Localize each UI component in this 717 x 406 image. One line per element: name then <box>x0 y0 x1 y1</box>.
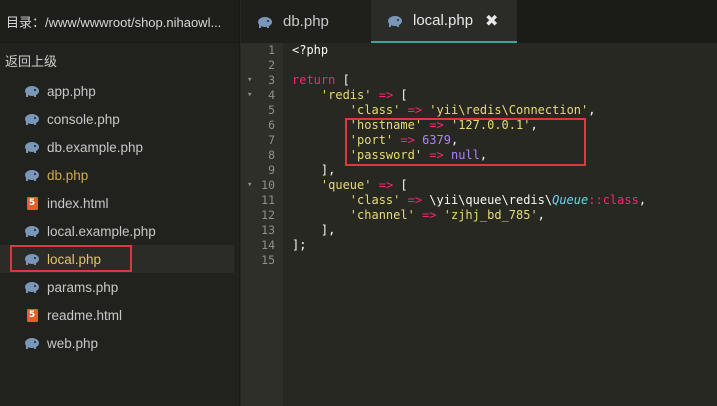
elephant-icon <box>24 167 40 183</box>
code-line[interactable]: ], <box>292 163 646 178</box>
file-item-console-php[interactable]: console.php <box>0 105 239 133</box>
line-number: 10 ▾ <box>247 178 275 193</box>
code-line[interactable]: 'hostname' => '127.0.0.1', <box>292 118 646 133</box>
code-line[interactable]: return [ <box>292 73 646 88</box>
file-name: readme.html <box>47 307 123 323</box>
line-number: 7 <box>268 133 275 147</box>
tab-db-php[interactable]: db.php <box>241 0 371 43</box>
line-number: 14 <box>261 238 275 252</box>
file-item-index-html[interactable]: 5 index.html <box>0 189 239 217</box>
line-number: 15 <box>261 253 275 267</box>
file-name: local.example.php <box>47 223 156 239</box>
elephant-icon <box>24 251 40 267</box>
html5-icon: 5 <box>24 195 40 211</box>
line-numbers: 1 2 3 ▾ 4 ▾ 5 6 7 8 9 10 ▾ 11 12 13 14 15 <box>241 43 283 268</box>
tab-local-php[interactable]: local.php ✖ <box>371 0 517 43</box>
file-name: db.php <box>47 167 89 183</box>
file-item-db-example-php[interactable]: db.example.php <box>0 133 239 161</box>
code-line[interactable]: ​ <box>292 253 646 268</box>
elephant-icon <box>24 279 40 295</box>
elephant-icon <box>387 15 403 27</box>
code-line[interactable]: 'redis' => [ <box>292 88 646 103</box>
file-item-local-php[interactable]: local.php <box>0 245 234 273</box>
line-number: 2 <box>268 58 275 72</box>
elephant-icon <box>24 335 40 351</box>
fold-arrow-icon[interactable]: ▾ <box>247 88 252 103</box>
line-number: 8 <box>268 148 275 162</box>
file-name: local.php <box>47 251 102 267</box>
close-icon[interactable]: ✖ <box>485 11 498 31</box>
file-name: index.html <box>47 195 109 211</box>
code-content[interactable]: <?php​return [ 'redis' => [ 'class' => '… <box>292 43 646 268</box>
code-line[interactable]: 'port' => 6379, <box>292 133 646 148</box>
file-list: app.php console.php db.example.php db.php 5 i… <box>0 77 239 357</box>
file-name: app.php <box>47 83 96 99</box>
tab-label: local.php <box>413 12 474 29</box>
back-to-parent-link[interactable]: 返回上级 <box>0 43 239 77</box>
elephant-icon <box>24 139 40 155</box>
line-number: 12 <box>261 208 275 222</box>
code-line[interactable]: ​ <box>292 58 646 73</box>
elephant-icon <box>24 223 40 239</box>
code-editor[interactable]: 123▾4▾5678910▾1112131415 <?php​return [ … <box>241 43 717 406</box>
fold-arrow-icon[interactable]: ▾ <box>247 178 252 193</box>
tab-bar: db.php local.php ✖ <box>241 0 717 43</box>
line-number: 3 ▾ <box>247 73 275 88</box>
code-line[interactable]: 'channel' => 'zjhj_bd_785', <box>292 208 646 223</box>
file-name: console.php <box>47 111 120 127</box>
file-sidebar: 目录：/www/wwwroot/shop.nihaowl... 返回上级 app… <box>0 0 240 406</box>
line-number: 11 <box>261 193 275 207</box>
line-number: 9 <box>268 163 275 177</box>
code-line[interactable]: <?php <box>292 43 646 58</box>
file-name: db.example.php <box>47 139 144 155</box>
directory-path: 目录：/www/wwwroot/shop.nihaowl... <box>0 0 239 43</box>
line-number: 1 <box>268 43 275 57</box>
code-line[interactable]: 'class' => 'yii\redis\Connection', <box>292 103 646 118</box>
file-item-db-php[interactable]: db.php <box>0 161 239 189</box>
fold-arrow-icon[interactable]: ▾ <box>247 73 252 88</box>
code-line[interactable]: 'class' => \yii\queue\redis\Queue::class… <box>292 193 646 208</box>
file-name: web.php <box>47 335 99 351</box>
file-name: params.php <box>47 279 119 295</box>
file-item-app-php[interactable]: app.php <box>0 77 239 105</box>
elephant-icon <box>24 111 40 127</box>
code-line[interactable]: 'password' => null, <box>292 148 646 163</box>
file-item-local-example-php[interactable]: local.example.php <box>0 217 239 245</box>
file-item-readme-html[interactable]: 5 readme.html <box>0 301 239 329</box>
code-line[interactable]: ]; <box>292 238 646 253</box>
file-item-web-php[interactable]: web.php <box>0 329 239 357</box>
html5-icon: 5 <box>24 307 40 323</box>
tab-label: db.php <box>283 13 329 30</box>
code-line[interactable]: 'queue' => [ <box>292 178 646 193</box>
elephant-icon <box>24 83 40 99</box>
file-item-params-php[interactable]: params.php <box>0 273 239 301</box>
line-number: 4 ▾ <box>247 88 275 103</box>
line-number: 13 <box>261 223 275 237</box>
elephant-icon <box>257 16 273 28</box>
line-number: 5 <box>268 103 275 117</box>
line-number: 6 <box>268 118 275 132</box>
code-line[interactable]: ], <box>292 223 646 238</box>
